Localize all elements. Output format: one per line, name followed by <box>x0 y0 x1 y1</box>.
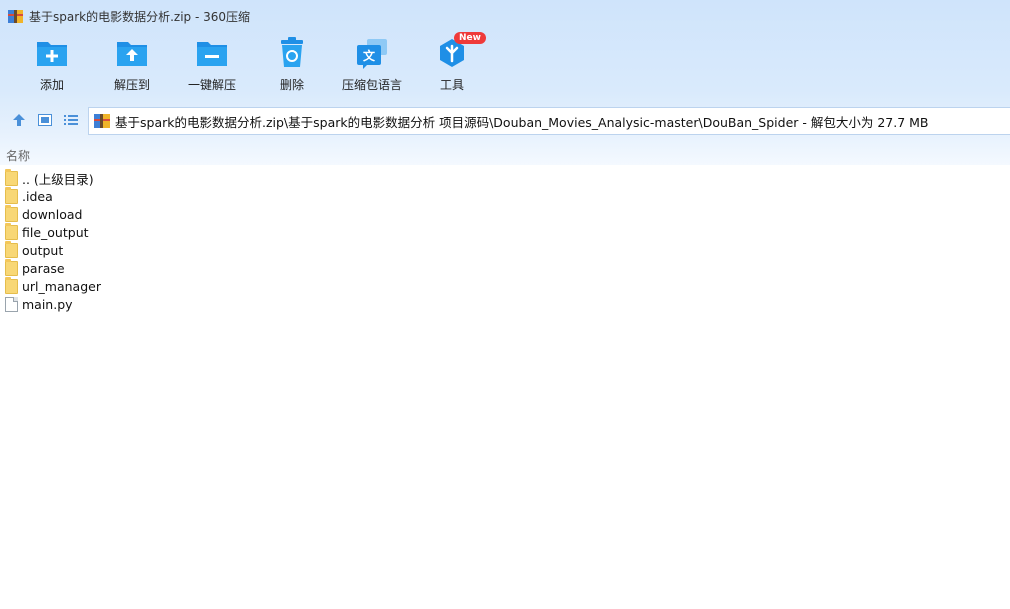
list-item[interactable]: download <box>0 204 1010 223</box>
file-name: main.py <box>22 296 73 312</box>
column-header-name[interactable]: 名称 <box>0 145 1010 165</box>
list-item[interactable]: .idea <box>0 186 1010 205</box>
delete-button[interactable]: 删除 <box>252 36 332 98</box>
navigation-row: 基于spark的电影数据分析.zip\基于spark的电影数据分析 项目源码\D… <box>0 107 1010 135</box>
archive-file-icon <box>94 113 110 129</box>
folder-icon <box>5 240 18 258</box>
app-window: 基于spark的电影数据分析.zip - 360压缩 添加 解压到 一键解压 删… <box>0 0 1010 609</box>
main-toolbar: 添加 解压到 一键解压 删除 文 压缩包语言 New 工具 <box>12 32 492 98</box>
file-name: url_manager <box>22 278 101 294</box>
thumbnail-view-icon <box>38 113 52 129</box>
path-text: 基于spark的电影数据分析.zip\基于spark的电影数据分析 项目源码\D… <box>115 114 929 130</box>
delete-trash-icon <box>275 36 309 70</box>
list-item[interactable]: output <box>0 240 1010 259</box>
arrow-up-icon <box>12 113 26 130</box>
extract-to-label: 解压到 <box>113 78 150 92</box>
title-bar: 基于spark的电影数据分析.zip - 360压缩 <box>0 0 1010 32</box>
list-item[interactable]: main.py <box>0 295 1010 313</box>
list-view-button[interactable] <box>58 108 84 134</box>
header-area: 基于spark的电影数据分析.zip - 360压缩 添加 解压到 一键解压 删… <box>0 0 1010 165</box>
window-title: 基于spark的电影数据分析.zip - 360压缩 <box>29 9 251 24</box>
file-name: output <box>22 242 64 258</box>
svg-text:文: 文 <box>363 48 376 63</box>
add-folder-icon <box>35 36 69 70</box>
one-click-extract-icon <box>195 36 229 70</box>
folder-icon <box>5 276 18 294</box>
one-click-extract-label: 一键解压 <box>187 78 236 92</box>
file-name: parase <box>22 260 65 276</box>
folder-icon <box>5 168 18 186</box>
file-name: download <box>22 206 83 222</box>
list-item[interactable]: url_manager <box>0 276 1010 295</box>
add-button[interactable]: 添加 <box>12 36 92 98</box>
document-file-icon <box>5 296 18 312</box>
column-name-label: 名称 <box>6 148 31 163</box>
up-level-button[interactable] <box>6 108 32 134</box>
folder-icon <box>5 222 18 240</box>
add-label: 添加 <box>39 78 64 92</box>
new-badge: New <box>454 32 486 44</box>
delete-label: 删除 <box>279 78 304 92</box>
archive-language-icon: 文 <box>355 36 389 70</box>
archive-language-label: 压缩包语言 <box>341 78 402 92</box>
file-name: file_output <box>22 224 89 240</box>
archive-language-button[interactable]: 文 压缩包语言 <box>332 36 412 98</box>
file-name: .. (上级目录) <box>22 171 94 187</box>
one-click-extract-button[interactable]: 一键解压 <box>172 36 252 98</box>
nav-buttons <box>0 108 88 134</box>
file-list: .. (上级目录) .idea download file_output out… <box>0 168 1010 313</box>
tools-label: 工具 <box>439 78 464 92</box>
file-name: .idea <box>22 188 53 204</box>
folder-icon <box>5 186 18 204</box>
thumbnail-view-button[interactable] <box>32 108 58 134</box>
folder-icon <box>5 258 18 276</box>
list-item-parent-dir[interactable]: .. (上级目录) <box>0 168 1010 187</box>
list-view-icon <box>64 114 78 129</box>
folder-icon <box>5 204 18 222</box>
list-item[interactable]: file_output <box>0 222 1010 241</box>
tools-button[interactable]: New 工具 <box>412 32 492 98</box>
path-bar[interactable]: 基于spark的电影数据分析.zip\基于spark的电影数据分析 项目源码\D… <box>88 107 1010 135</box>
extract-to-button[interactable]: 解压到 <box>92 36 172 98</box>
extract-to-icon <box>115 36 149 70</box>
list-item[interactable]: parase <box>0 258 1010 277</box>
archive-app-icon <box>8 9 23 24</box>
